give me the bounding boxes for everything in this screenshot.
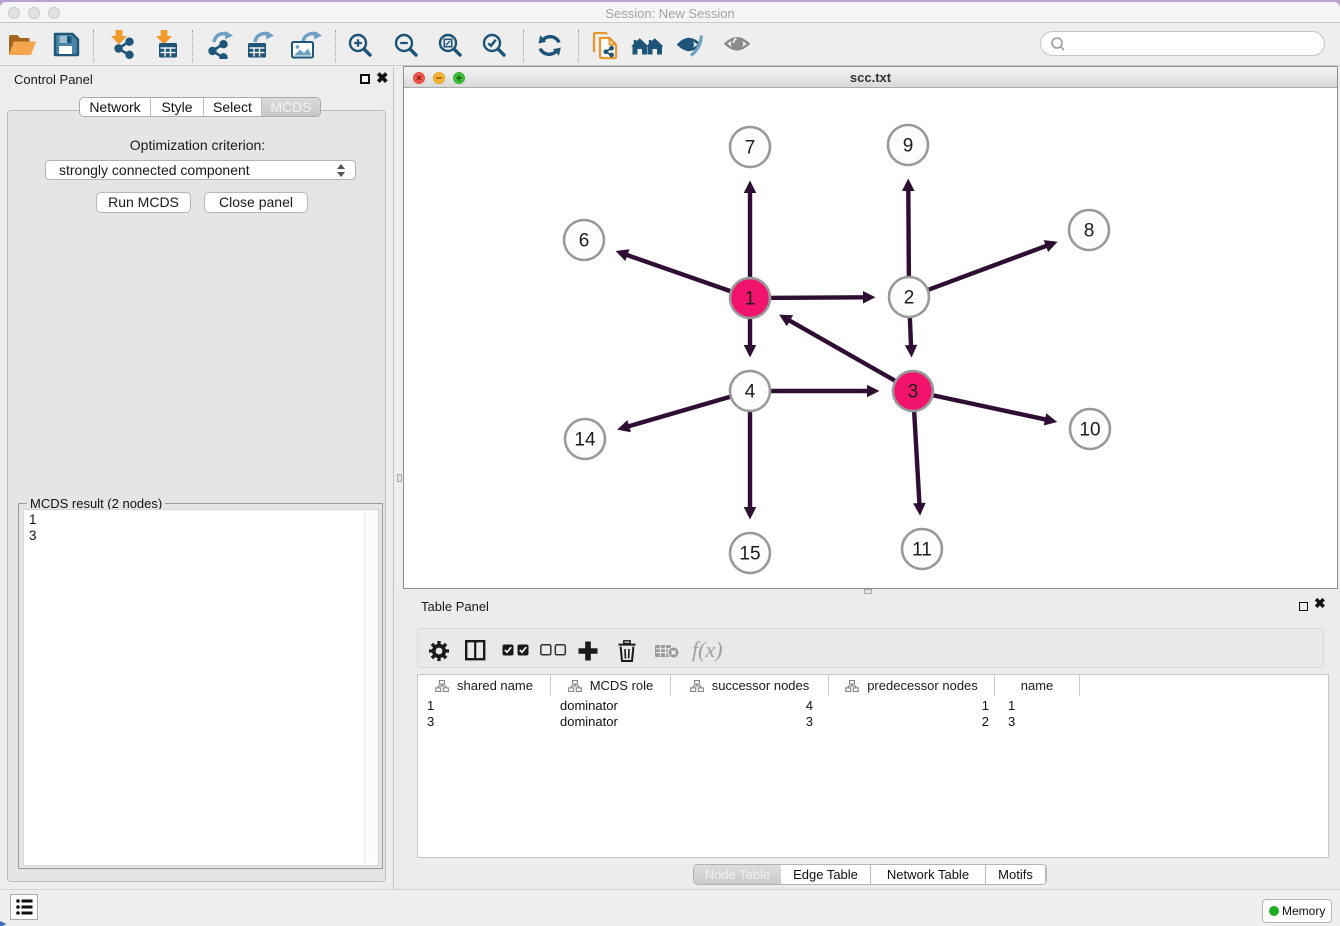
svg-text:2: 2 bbox=[904, 288, 915, 309]
svg-text:3: 3 bbox=[908, 382, 919, 403]
svg-text:1: 1 bbox=[745, 289, 756, 310]
svg-text:8: 8 bbox=[1084, 221, 1095, 242]
svg-text:14: 14 bbox=[574, 430, 596, 451]
svg-text:4: 4 bbox=[745, 382, 756, 403]
svg-text:15: 15 bbox=[739, 544, 760, 565]
svg-text:7: 7 bbox=[745, 138, 756, 159]
svg-text:9: 9 bbox=[903, 136, 914, 157]
svg-text:10: 10 bbox=[1079, 420, 1100, 441]
svg-text:6: 6 bbox=[579, 231, 590, 252]
svg-text:11: 11 bbox=[912, 540, 932, 561]
